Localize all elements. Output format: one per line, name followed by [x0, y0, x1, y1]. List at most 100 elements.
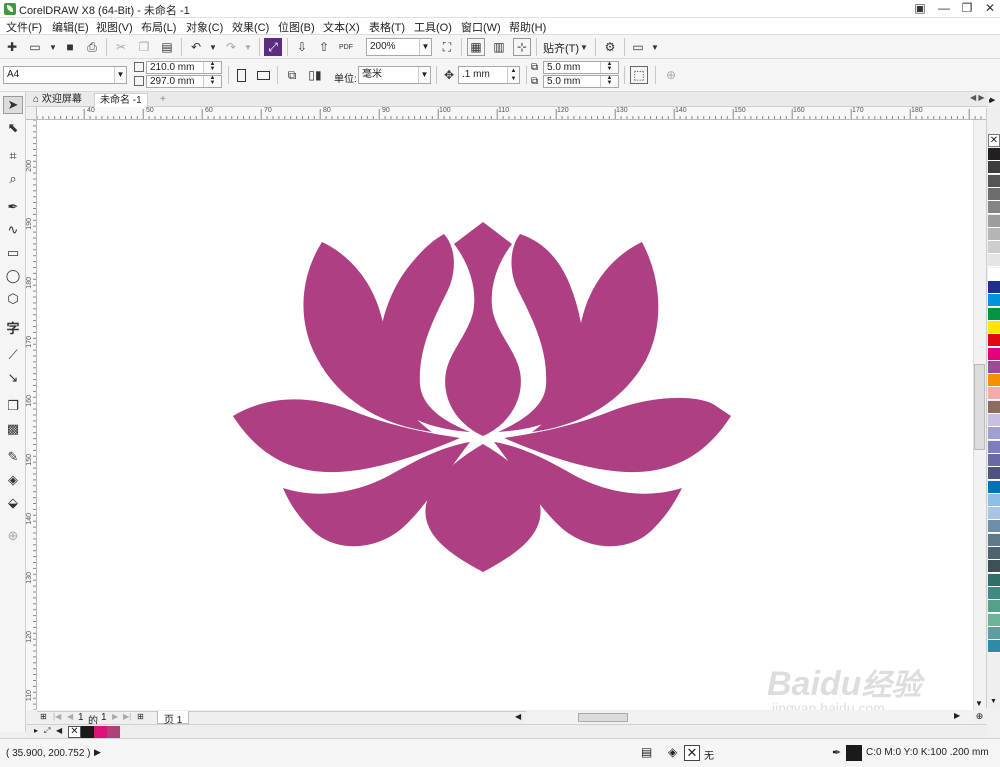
current-page-icon[interactable]: ▯▮: [306, 66, 324, 84]
eyedropper-icon[interactable]: ⤢: [44, 726, 50, 736]
document-color-swatch[interactable]: [107, 726, 120, 738]
show-rulers-icon[interactable]: ▦: [467, 38, 485, 56]
lotus-artwork[interactable]: [37, 120, 973, 710]
menu-table[interactable]: 表格(T): [369, 19, 405, 35]
parallel-dimension-icon[interactable]: ⟋: [3, 346, 23, 364]
ruler-origin-corner[interactable]: [26, 107, 37, 120]
nudge-spinner-icon[interactable]: ▲ ▼: [507, 67, 519, 83]
cut-icon[interactable]: ✂: [112, 38, 130, 56]
color-swatch[interactable]: [988, 626, 1000, 640]
vertical-ruler[interactable]: 200 190 180 170 160 150 140 130 120 110: [26, 120, 37, 710]
color-swatch[interactable]: [988, 547, 1000, 560]
color-swatch[interactable]: [988, 414, 1000, 427]
chevron-down-icon[interactable]: ▼: [114, 67, 126, 83]
color-swatch[interactable]: [988, 254, 1000, 268]
chevron-down-icon[interactable]: ▼: [419, 39, 431, 55]
new-document-icon[interactable]: ✚: [3, 38, 21, 56]
horizontal-ruler[interactable]: 40 50 60 70 80 90 100 110 120 130 140 15…: [37, 107, 987, 120]
shape-tool-icon[interactable]: ⬉: [3, 119, 23, 137]
paste-icon[interactable]: ▤: [158, 38, 176, 56]
page-width-input[interactable]: 210.0 mm ▲ ▼: [146, 61, 222, 74]
prev-page-icon[interactable]: ◀: [67, 712, 73, 721]
color-swatch[interactable]: [988, 440, 1000, 454]
units-combo[interactable]: 毫米 ▼: [358, 66, 431, 84]
landscape-icon[interactable]: [254, 66, 272, 84]
color-swatch[interactable]: [988, 227, 1000, 241]
next-page-icon[interactable]: ▶: [112, 712, 118, 721]
color-swatch[interactable]: [988, 560, 1000, 574]
color-swatch[interactable]: [988, 174, 1000, 188]
color-swatch[interactable]: [988, 520, 1000, 534]
duplicate-distance-x-input[interactable]: 5.0 mm ▲ ▼: [543, 61, 619, 74]
search-content-icon[interactable]: ⤢: [264, 38, 282, 56]
outline-color-swatch[interactable]: [846, 745, 862, 761]
color-swatch[interactable]: [988, 640, 1000, 654]
width-spinner-icon[interactable]: ▲ ▼: [203, 61, 221, 73]
zoom-tool-icon[interactable]: ⌕: [3, 170, 23, 188]
menu-bitmaps[interactable]: 位图(B): [278, 19, 315, 35]
palette-scroll-down-icon[interactable]: ▼: [990, 698, 997, 705]
show-grid-icon[interactable]: ▥: [490, 38, 508, 56]
color-swatch[interactable]: [988, 613, 1000, 627]
palette-scroll-left-icon[interactable]: ◀: [56, 726, 62, 735]
page-height-input[interactable]: 297.0 mm ▲ ▼: [146, 75, 222, 88]
zoom-level-combo[interactable]: 200% ▼: [366, 38, 432, 56]
status-expand-icon[interactable]: ▶: [94, 747, 101, 758]
color-swatch[interactable]: [988, 187, 1000, 201]
color-swatch[interactable]: [988, 573, 1000, 587]
launcher-dropdown-icon[interactable]: ▼: [646, 38, 664, 56]
redo-dropdown-icon[interactable]: ▼: [239, 38, 257, 56]
vertical-scrollbar[interactable]: ▼: [973, 120, 985, 710]
navigator-zoom-icon[interactable]: ⊕: [973, 711, 986, 724]
menu-text[interactable]: 文本(X): [323, 19, 360, 35]
copy-icon[interactable]: ❐: [135, 38, 153, 56]
color-swatch[interactable]: [988, 600, 1000, 614]
all-pages-icon[interactable]: ⧉: [283, 66, 301, 84]
nudge-distance-input[interactable]: .1 mm ▲ ▼: [458, 66, 520, 84]
chevron-down-icon[interactable]: ▼: [418, 67, 430, 83]
vertical-scroll-thumb[interactable]: [974, 364, 985, 450]
color-swatch[interactable]: [988, 347, 1000, 361]
options-gear-icon[interactable]: ⚙: [601, 38, 619, 56]
dup-y-spinner-icon[interactable]: ▲ ▼: [600, 75, 618, 87]
fill-none-swatch[interactable]: ✕: [684, 745, 700, 761]
tab-untitled-1[interactable]: 未命名 -1: [94, 93, 148, 107]
tab-scroll-arrows-icon[interactable]: ◀ ▶: [970, 93, 985, 102]
color-swatch[interactable]: [988, 507, 1000, 521]
add-page-before-icon[interactable]: ⊞: [40, 712, 47, 721]
color-swatch[interactable]: [988, 493, 1000, 507]
color-swatch[interactable]: [988, 320, 1000, 334]
portrait-icon[interactable]: [232, 66, 250, 84]
open-folder-icon[interactable]: ▭: [26, 38, 44, 56]
publish-pdf-icon[interactable]: PDF: [337, 38, 355, 56]
menu-edit[interactable]: 编辑(E): [52, 19, 89, 35]
drop-shadow-icon[interactable]: ❐: [3, 397, 23, 415]
dup-x-spinner-icon[interactable]: ▲ ▼: [600, 61, 618, 73]
menu-effects[interactable]: 效果(C): [232, 19, 269, 35]
horizontal-scrollbar[interactable]: ▶: [526, 711, 974, 724]
import-icon[interactable]: ⇩: [293, 38, 311, 56]
export-icon[interactable]: ⇧: [315, 38, 333, 56]
color-swatch[interactable]: [988, 307, 1000, 321]
color-swatch[interactable]: [988, 214, 1000, 228]
menu-help[interactable]: 帮助(H): [509, 19, 546, 35]
color-swatch[interactable]: [988, 360, 1000, 374]
color-swatch[interactable]: [988, 267, 1000, 281]
print-icon[interactable]: ⎙: [83, 38, 101, 56]
document-color-swatch[interactable]: [81, 726, 94, 738]
color-swatch[interactable]: [988, 533, 1000, 547]
duplicate-distance-y-input[interactable]: 5.0 mm ▲ ▼: [543, 75, 619, 88]
new-tab-plus-button[interactable]: +: [155, 93, 171, 107]
color-swatch[interactable]: [988, 480, 1000, 494]
smart-fill-icon[interactable]: ⬙: [3, 494, 23, 512]
quick-customize-plus-icon[interactable]: ⊕: [662, 66, 680, 84]
interactive-fill-icon[interactable]: ◈: [3, 471, 23, 489]
add-page-after-icon[interactable]: ⊞: [137, 712, 144, 721]
color-swatch[interactable]: [988, 241, 1000, 255]
page-1-tab[interactable]: 页 1: [157, 711, 190, 726]
color-swatch[interactable]: [988, 453, 1000, 467]
open-dropdown-icon[interactable]: ▼: [44, 38, 62, 56]
color-swatch[interactable]: [988, 374, 1000, 388]
color-proof-icon[interactable]: ▤: [641, 745, 652, 759]
palette-expand-icon[interactable]: ▸: [989, 96, 993, 105]
